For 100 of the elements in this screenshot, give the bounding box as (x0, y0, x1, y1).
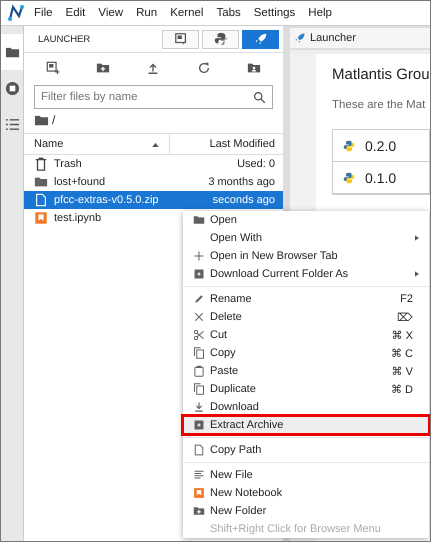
python-console-button[interactable] (202, 30, 239, 48)
shared-folder-icon[interactable] (246, 61, 261, 75)
menu-bar-item[interactable]: Help (308, 7, 332, 19)
panel-title: LAUNCHER (38, 34, 90, 44)
menu-item[interactable]: Open With (183, 229, 429, 247)
menu-item[interactable]: Open in New Browser Tab (183, 247, 429, 265)
python-logo-icon (343, 172, 355, 184)
launcher-tab[interactable]: Launcher (290, 28, 430, 48)
menu-item[interactable]: Copy ⌘ C (183, 344, 429, 362)
refresh-icon[interactable] (196, 61, 211, 75)
menu-item-label: Open With (210, 232, 263, 244)
menu-item-label: Cut (210, 329, 228, 341)
stop-circle-icon (4, 80, 20, 96)
menu-item[interactable]: Download Current Folder As (183, 265, 429, 283)
breadcrumb-path[interactable]: / (52, 113, 56, 127)
search-field[interactable]: Filter files by name (34, 85, 273, 109)
menu-item-label: Duplicate (210, 383, 257, 395)
copy-icon (192, 383, 204, 395)
menu-bar-item[interactable]: Kernel (170, 7, 204, 19)
section-description: These are the Mat (332, 99, 426, 111)
column-header[interactable]: Last Modified (170, 134, 283, 154)
file-row[interactable]: pfcc-extras-v0.5.0.zip seconds ago (24, 191, 283, 209)
menu-bar-item[interactable]: Tabs (216, 7, 241, 19)
menu-item-label: Copy (210, 347, 237, 359)
menu-bar-item[interactable]: Edit (66, 7, 86, 19)
menu-item-label: New Folder (210, 505, 268, 517)
menu-bar-item[interactable]: Settings (254, 7, 296, 19)
menu-item-label: New File (210, 469, 254, 481)
menu-item-label: Copy Path (210, 444, 262, 456)
menu-item[interactable]: New File (183, 466, 429, 484)
menu-item-label: Open in New Browser Tab (210, 250, 339, 262)
new-launcher-icon[interactable] (46, 61, 60, 75)
new-console-button[interactable] (162, 30, 199, 48)
search-icon (253, 90, 266, 104)
scissors-icon (192, 329, 204, 341)
file-icon (34, 193, 48, 207)
kernel-card[interactable]: 0.2.0 (333, 130, 429, 162)
menu-bar-item[interactable]: File (34, 7, 53, 19)
modified-time: Used: 0 (237, 158, 275, 170)
trash-icon (34, 157, 48, 171)
menu-item[interactable]: New Notebook (183, 484, 429, 502)
keyboard-shortcut: ⌘ V (392, 364, 413, 378)
column-header[interactable]: Name (24, 134, 170, 154)
launcher-button[interactable] (242, 30, 279, 48)
menu-item-label: Rename (210, 293, 253, 305)
menu-item-label: New Notebook (210, 487, 284, 499)
keyboard-shortcut: ⌘ C (391, 346, 413, 360)
file-row[interactable]: lost+found 3 months ago (24, 173, 283, 191)
menu-item-label: Paste (210, 365, 240, 377)
folder-icon (34, 175, 48, 189)
menu-item[interactable]: Copy Path (183, 441, 429, 459)
search-input[interactable]: Filter files by name (41, 91, 253, 103)
modified-time: 3 months ago (208, 176, 275, 188)
plus-icon (192, 250, 204, 262)
rocket-icon (294, 32, 306, 44)
menu-item[interactable]: Duplicate ⌘ D (183, 380, 429, 398)
upload-icon[interactable] (146, 61, 160, 75)
clipboard-icon (192, 365, 204, 377)
sort-caret-icon (152, 142, 159, 146)
menu-item[interactable]: Open (183, 211, 429, 229)
file-name: Trash (54, 158, 82, 170)
python-logo-icon (214, 32, 228, 46)
keyboard-shortcut: ⌦ (397, 310, 413, 324)
menu-item-label: Extract Archive (210, 419, 284, 431)
menu-item[interactable]: Delete ⌦ (183, 308, 429, 326)
menu-item[interactable]: Cut ⌘ X (183, 326, 429, 344)
keyboard-shortcut: ⌘ X (392, 328, 413, 342)
file-name: pfcc-extras-v0.5.0.zip (54, 194, 159, 206)
menu-item-label: Download Current Folder As (210, 268, 350, 280)
folder-icon (192, 214, 204, 226)
copy-icon (192, 347, 204, 359)
file-name: test.ipynb (54, 212, 102, 224)
menu-item-label: Delete (210, 311, 243, 323)
menu-item[interactable]: New Folder (183, 502, 429, 520)
archive-icon (192, 419, 204, 431)
pencil-icon (192, 293, 204, 305)
kernel-card[interactable]: 0.1.0 (333, 162, 429, 194)
file-row[interactable]: Trash Used: 0 (24, 155, 283, 173)
keyboard-shortcut: ⌘ D (391, 382, 413, 396)
python-logo-icon (343, 140, 355, 152)
folder-plus-icon[interactable] (96, 61, 110, 75)
menu-item-label: Open (210, 214, 238, 226)
file-icon (192, 444, 204, 456)
menu-item[interactable]: Rename F2 (183, 290, 429, 308)
file-browser-tab[interactable] (1, 34, 23, 70)
modified-time: seconds ago (212, 194, 275, 206)
keyboard-shortcut: F2 (400, 293, 413, 305)
menu-item[interactable]: Paste ⌘ V (183, 362, 429, 380)
archive-icon (192, 268, 204, 280)
section-heading: Matlantis Grou (332, 66, 430, 83)
folder-plus-icon (192, 505, 204, 517)
notebook-icon (192, 487, 204, 499)
menu-item[interactable]: Download (183, 398, 429, 416)
download-icon (192, 401, 204, 413)
text-lines-icon (192, 469, 204, 481)
menu-bar-item[interactable]: Run (136, 7, 158, 19)
list-icon (4, 116, 20, 132)
notebook-icon (34, 211, 48, 225)
menu-item[interactable]: Extract Archive (183, 416, 429, 434)
menu-bar-item[interactable]: View (98, 7, 124, 19)
